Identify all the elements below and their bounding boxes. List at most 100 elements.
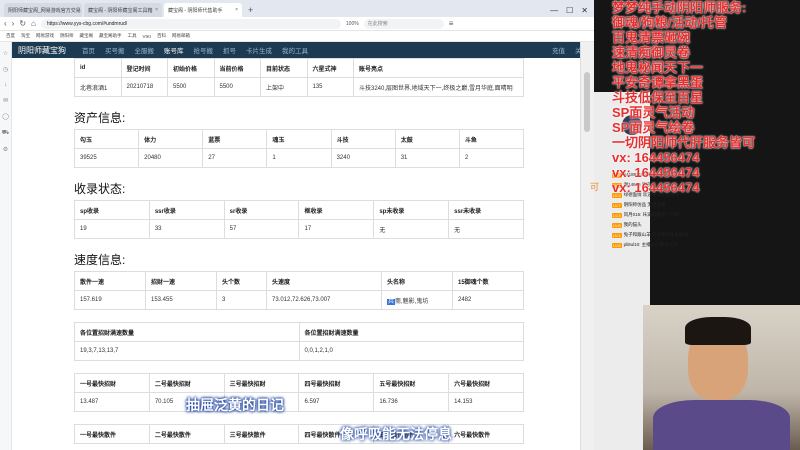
bookmark-item[interactable]: 网易邮箱 [172,33,190,39]
table-cell: 2482 [452,290,524,310]
bookmark-item[interactable]: 淘宝 [21,33,30,39]
zoom-level: 100% [345,20,359,27]
settings-icon[interactable]: ⚙ [3,146,8,153]
maximize-icon[interactable]: ☐ [566,6,573,15]
table-header: 体力 [138,129,204,149]
table-header: 各位置招财满速数量 [298,322,524,342]
nav-item[interactable]: 全服搬 [135,45,155,55]
table-header: 二号最快散件 [148,424,225,444]
table-header: 一号最快散件 [74,424,150,444]
zhaocai-table: 一号最快招财 二号最快招财 三号最快招财 四号最快招财 五号最快招财 六号最快招… [74,373,524,412]
search-input[interactable]: 在此搜索 [363,18,444,29]
history-icon[interactable]: ◷ [3,66,8,73]
tab-label: 藏宝阁 - 阴阳师代售助手 [168,7,223,14]
table-header: sp未收录 [373,200,450,220]
table-cell: 39525 [73,148,140,168]
download-icon[interactable]: ↓ [4,82,7,88]
site-navbar: 阴阳师藏宝狗 首页 买号搬 全服搬 账号库 抢号搬 抓号 卡片生成 我的工具 充… [12,42,594,58]
home-icon[interactable]: ⌂ [31,19,36,28]
sanjian-table: 一号最快散件 二号最快散件 三号最快散件 四号最快散件 五号最快散件 六号最快散… [74,424,524,444]
lyric-caption: 抽屉泛黄的日记 [186,397,284,413]
cart-icon[interactable]: ⛟ [2,129,10,137]
overlay-line: 梦梦纯手动阴阳师服务: [612,0,747,15]
bookmark-item[interactable]: 百科 [157,33,166,39]
tab-label: 阴阳师藏宝阁_网易游戏官方交易 [8,7,81,14]
table-cell[interactable]: 兵斋,魅影,鬼坊 [381,290,453,310]
site-brand[interactable]: 阴阳师藏宝狗 [18,45,66,56]
bookmark-item[interactable]: 网易游戏 [36,33,54,39]
nav-item-active[interactable]: 账号库 [164,45,184,55]
table-cell: 5500 [213,77,261,97]
nav-item[interactable]: 我的工具 [282,45,308,55]
table-header: 一号最快招财 [74,373,150,393]
table-header: 斗技 [330,129,396,149]
table-cell: 31 [394,148,460,168]
overlay-line: 平安奇谭拿黑蛋 [612,75,704,90]
nav-item[interactable]: 抢号搬 [194,45,214,55]
nav-item[interactable]: 首页 [82,45,95,55]
table-cell: 北巷浪酒1 [74,77,122,97]
table-cell: 27 [202,148,268,168]
streamer-shirt [653,400,790,450]
table-cell: 2 [458,148,525,168]
tab-3[interactable]: 藏宝阁 - 阴阳师代售助手 × [164,3,242,17]
back-icon[interactable]: ‹ [4,19,7,28]
table-header: id [74,58,122,78]
chat-icon[interactable]: ◯ [2,113,9,120]
menu-icon[interactable]: ≡ [449,19,454,28]
page-content: id 登记时间 初始价格 当前价格 目前状态 六星式神 账号亮点 北巷浪酒1 2… [60,58,526,450]
table-header: 目前状态 [260,58,308,78]
table-header: sp收录 [74,200,150,220]
overlay-line: 地鬼秘闻天下一 [612,60,704,75]
account-table: id 登记时间 初始价格 当前价格 目前状态 六星式神 账号亮点 北巷浪酒1 2… [74,58,524,97]
table-header: ssr收录 [148,200,225,220]
table-header-row: id 登记时间 初始价格 当前价格 目前状态 六星式神 账号亮点 [74,58,524,78]
table-cell-text: 斋,魅影,鬼坊 [395,298,429,305]
selected-text[interactable]: 兵 [387,298,396,305]
overlay-contact-line: vx: 164456474 [612,165,700,180]
table-header: 魂玉 [266,129,332,149]
table-cell: 13.487 [74,392,150,412]
level-badge: LV.4 [612,232,622,238]
nav-right-item[interactable]: 充值 [552,45,565,55]
assets-heading: 资产信息: [74,111,126,125]
table-header: 散件一速 [74,271,146,291]
table-cell: 斗技3240,层图世界,地域天下一,终极之巅,雪月华庭,面晴明 [353,77,524,97]
chat-message: LV.8 我的猫头 [612,220,742,230]
bookmark-item[interactable]: 工具 [128,33,137,39]
table-header-row: 一号最快招财 二号最快招财 三号最快招财 四号最快招财 五号最快招财 六号最快招… [74,373,524,393]
new-tab-button[interactable]: + [244,3,257,17]
page-scrollbar[interactable] [580,42,594,450]
browser-window: 阴阳师藏宝阁_网易游戏官方交易× 藏宝阁 - 阴阳师藏宝阁工具箱× 藏宝阁 - … [0,0,594,450]
star-icon[interactable]: ☆ [3,50,8,57]
table-cell: 3 [216,290,267,310]
tab-2[interactable]: 藏宝阁 - 阴阳师藏宝阁工具箱 × [84,3,162,17]
table-row: 北巷浪酒1 20210718 5500 5500 上架中 135 斗技3240,… [74,77,524,97]
speed-heading: 速度信息: [74,253,126,267]
table-header: 六号最快散件 [448,424,524,444]
tab-1[interactable]: 阴阳师藏宝阁_网易游戏官方交易× [4,3,82,17]
table-header: 招财一速 [145,271,217,291]
close-icon[interactable]: × [235,7,238,13]
refresh-icon[interactable]: ↻ [19,19,26,28]
table-cell: 6.597 [298,392,375,412]
minimize-icon[interactable]: — [550,6,558,15]
close-icon[interactable]: × [155,7,158,13]
nav-item[interactable]: 买号搬 [105,45,125,55]
tab-bar: 阴阳师藏宝阁_网易游戏官方交易× 藏宝阁 - 阴阳师藏宝阁工具箱× 藏宝阁 - … [0,0,594,17]
bookmark-item[interactable]: 阴阳师 [60,33,74,39]
close-window-icon[interactable]: ✕ [581,6,588,15]
webcam-feed [643,305,800,450]
nav-item[interactable]: 卡片生成 [246,45,272,55]
forward-icon[interactable]: › [12,19,15,28]
table-header: 初始价格 [167,58,215,78]
table-header: 六号最快招财 [448,373,524,393]
bookmark-item[interactable]: VIKI [143,34,152,39]
bookmark-item[interactable]: 藏宝阁助手 [99,33,122,39]
scrollbar-thumb[interactable] [584,72,590,132]
bookmark-item[interactable]: 藏宝阁 [80,33,94,39]
nav-item[interactable]: 抓号 [223,45,236,55]
bookmark-item[interactable]: 百度 [6,33,15,39]
url-input[interactable]: https://www.yys-cbg.com/#undmrud/ [40,18,341,29]
mail-icon[interactable]: ✉ [3,97,8,104]
